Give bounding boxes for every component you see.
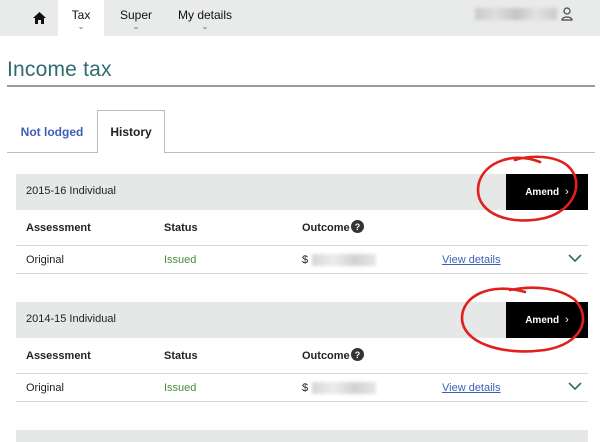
svg-text:?: ? xyxy=(355,222,361,232)
tab-divider xyxy=(165,152,595,153)
tab-not-lodged[interactable]: Not lodged xyxy=(12,112,92,152)
redacted-user-name xyxy=(475,8,557,20)
chevron-down-icon: ⌄ xyxy=(201,22,209,31)
amend-label: Amend xyxy=(525,314,560,326)
column-header-outcome: Outcome xyxy=(302,222,350,234)
nav-tab-super[interactable]: Super ⌄ xyxy=(112,0,160,36)
return-card-header: 2015-16 Individual Amend › xyxy=(16,174,588,210)
page-title: Income tax xyxy=(7,58,112,81)
help-icon[interactable]: ? xyxy=(351,348,364,361)
view-details-link[interactable]: View details xyxy=(442,382,501,394)
nav-tab-label: Super xyxy=(119,8,153,22)
column-headers: Assessment Status Outcome ? xyxy=(16,210,588,246)
assessment-value: Original xyxy=(26,254,64,266)
return-card-header: 2014-15 Individual Amend › xyxy=(16,302,588,338)
nav-tab-tax[interactable]: Tax ⌄ xyxy=(58,0,104,36)
chevron-down-icon: ⌄ xyxy=(77,22,85,31)
title-divider xyxy=(7,85,595,87)
view-details-link[interactable]: View details xyxy=(442,254,501,266)
column-header-assessment: Assessment xyxy=(26,350,91,362)
nav-tab-label: My details xyxy=(177,8,233,22)
table-row: Original Issued $ View details xyxy=(16,374,588,402)
column-header-outcome: Outcome xyxy=(302,350,350,362)
return-card: 2015-16 Individual Amend › Assessment St… xyxy=(16,174,588,274)
outcome-prefix: $ xyxy=(302,382,309,394)
redacted-amount xyxy=(312,254,376,266)
amend-button[interactable]: Amend › xyxy=(506,174,588,210)
top-nav: Tax ⌄ Super ⌄ My details ⌄ xyxy=(0,0,600,36)
tab-divider xyxy=(7,152,97,153)
home-button[interactable] xyxy=(24,0,54,36)
column-header-assessment: Assessment xyxy=(26,222,91,234)
chevron-right-icon: › xyxy=(565,186,569,198)
home-icon xyxy=(32,12,46,24)
nav-tab-my-details[interactable]: My details ⌄ xyxy=(170,0,240,36)
help-icon[interactable]: ? xyxy=(351,220,364,233)
chevron-right-icon: › xyxy=(565,314,569,326)
svg-text:?: ? xyxy=(355,350,361,360)
table-row: Original Issued $ View details xyxy=(16,246,588,274)
user-icon[interactable] xyxy=(560,6,574,22)
chevron-down-icon[interactable] xyxy=(568,381,582,391)
outcome-prefix: $ xyxy=(302,254,309,266)
amend-button[interactable]: Amend › xyxy=(506,302,588,338)
return-title: 2014-15 Individual xyxy=(26,313,116,325)
status-value: Issued xyxy=(164,382,197,394)
amend-label: Amend xyxy=(525,186,560,198)
column-header-status: Status xyxy=(164,222,198,234)
return-title: 2015-16 Individual xyxy=(26,185,116,197)
status-value: Issued xyxy=(164,254,197,266)
column-header-status: Status xyxy=(164,350,198,362)
chevron-down-icon: ⌄ xyxy=(132,22,140,31)
redacted-amount xyxy=(312,382,376,394)
next-return-card-header xyxy=(16,430,588,442)
return-card: 2014-15 Individual Amend › Assessment St… xyxy=(16,302,588,402)
tab-history[interactable]: History xyxy=(97,110,165,153)
column-headers: Assessment Status Outcome ? xyxy=(16,338,588,374)
chevron-down-icon[interactable] xyxy=(568,253,582,263)
nav-tab-label: Tax xyxy=(71,8,91,22)
assessment-value: Original xyxy=(26,382,64,394)
